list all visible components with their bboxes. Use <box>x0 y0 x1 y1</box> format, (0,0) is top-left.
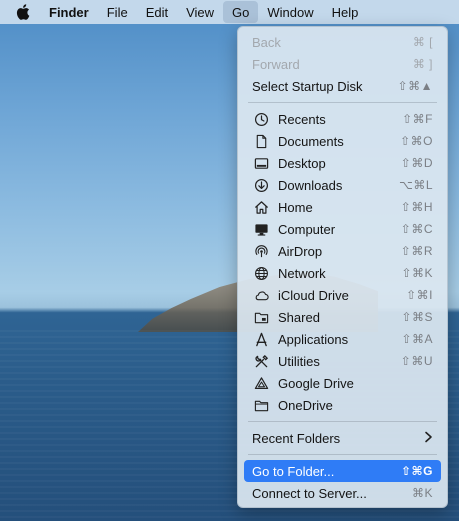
menu-item-label: Recents <box>278 111 326 127</box>
menu-item-recents[interactable]: Recents ⇧⌘F <box>244 108 441 130</box>
menu-item-label: Shared <box>278 309 320 325</box>
menu-item-label: Network <box>278 265 326 281</box>
airdrop-icon <box>252 243 270 259</box>
menu-item-shortcut: ⌘K <box>411 486 433 500</box>
menu-item-label: Google Drive <box>278 375 354 391</box>
menu-separator <box>248 102 437 103</box>
menu-item-label: Utilities <box>278 353 320 369</box>
menu-item-shortcut: ⇧⌘F <box>402 112 433 126</box>
globe-icon <box>252 265 270 281</box>
menu-item-shortcut: ⇧⌘S <box>401 310 433 324</box>
menu-item-label: Back <box>252 34 281 50</box>
menu-item-label: Go to Folder... <box>252 463 335 479</box>
applications-icon <box>252 331 270 347</box>
menu-item-shortcut: ⌥⌘L <box>398 178 433 192</box>
menu-item-shortcut: ⇧⌘U <box>400 354 433 368</box>
shared-folder-icon <box>252 309 270 325</box>
menu-item-shared[interactable]: Shared ⇧⌘S <box>244 306 441 328</box>
menu-item-utilities[interactable]: Utilities ⇧⌘U <box>244 350 441 372</box>
menu-file[interactable]: File <box>98 0 137 24</box>
menu-item-label: Documents <box>278 133 344 149</box>
menu-item-label: Home <box>278 199 313 215</box>
menu-item-shortcut: ⇧⌘▲ <box>397 79 433 93</box>
menu-item-label: AirDrop <box>278 243 323 259</box>
menu-item-shortcut: ⇧⌘H <box>400 200 433 214</box>
menu-item-icloud-drive[interactable]: iCloud Drive ⇧⌘I <box>244 284 441 306</box>
menu-window[interactable]: Window <box>258 0 322 24</box>
menu-item-shortcut: ⌘ [ <box>412 35 433 49</box>
menu-item-shortcut: ⇧⌘D <box>400 156 433 170</box>
menu-item-label: Select Startup Disk <box>252 78 363 94</box>
menu-item-label: iCloud Drive <box>278 287 349 303</box>
cloud-icon <box>252 287 270 303</box>
download-icon <box>252 177 270 193</box>
menu-item-shortcut: ⇧⌘R <box>400 244 433 258</box>
menu-go[interactable]: Go <box>223 1 259 23</box>
menu-item-label: Recent Folders <box>252 430 341 446</box>
document-icon <box>252 133 270 149</box>
menu-item-go-to-folder[interactable]: Go to Folder... ⇧⌘G <box>244 460 441 482</box>
google-drive-icon <box>252 375 270 391</box>
menu-item-label: Desktop <box>278 155 326 171</box>
menu-item-label: Downloads <box>278 177 343 193</box>
menu-item-shortcut: ⇧⌘I <box>406 288 433 302</box>
menu-item-select-startup-disk[interactable]: Select Startup Disk ⇧⌘▲ <box>244 75 441 97</box>
menu-item-back[interactable]: Back ⌘ [ <box>244 31 441 53</box>
folder-icon <box>252 397 270 413</box>
menu-item-label: Applications <box>278 331 349 347</box>
computer-icon <box>252 221 270 237</box>
menu-item-onedrive[interactable]: OneDrive <box>244 394 441 416</box>
menu-item-computer[interactable]: Computer ⇧⌘C <box>244 218 441 240</box>
menu-item-label: Forward <box>252 56 300 72</box>
menu-item-forward[interactable]: Forward ⌘ ] <box>244 53 441 75</box>
menu-item-label: Connect to Server... <box>252 485 367 501</box>
menu-item-label: Computer <box>278 221 336 237</box>
menu-edit[interactable]: Edit <box>137 0 177 24</box>
menu-item-home[interactable]: Home ⇧⌘H <box>244 196 441 218</box>
menu-finder[interactable]: Finder <box>40 0 98 24</box>
apple-menu-icon[interactable] <box>0 0 40 24</box>
menu-separator <box>248 421 437 422</box>
menu-item-label: OneDrive <box>278 397 333 413</box>
menu-bar: Finder File Edit View Go Window Help <box>0 0 459 24</box>
menu-item-shortcut: ⇧⌘O <box>400 134 433 148</box>
utilities-icon <box>252 353 270 369</box>
menu-item-documents[interactable]: Documents ⇧⌘O <box>244 130 441 152</box>
apple-logo-icon <box>16 4 30 20</box>
menu-item-downloads[interactable]: Downloads ⌥⌘L <box>244 174 441 196</box>
menu-item-airdrop[interactable]: AirDrop ⇧⌘R <box>244 240 441 262</box>
menu-item-shortcut: ⌘ ] <box>412 57 433 71</box>
desktop-icon <box>252 155 270 171</box>
go-menu-dropdown: Back ⌘ [ Forward ⌘ ] Select Startup Disk… <box>237 26 448 508</box>
clock-icon <box>252 111 270 127</box>
menu-item-connect-to-server[interactable]: Connect to Server... ⌘K <box>244 482 441 504</box>
menu-item-applications[interactable]: Applications ⇧⌘A <box>244 328 441 350</box>
home-icon <box>252 199 270 215</box>
menu-item-google-drive[interactable]: Google Drive <box>244 372 441 394</box>
menu-item-shortcut: ⇧⌘G <box>400 464 433 478</box>
menu-item-network[interactable]: Network ⇧⌘K <box>244 262 441 284</box>
menu-help[interactable]: Help <box>323 0 368 24</box>
menu-item-shortcut: ⇧⌘K <box>401 266 433 280</box>
menu-item-shortcut: ⇧⌘A <box>401 332 433 346</box>
menu-separator <box>248 454 437 455</box>
menu-view[interactable]: View <box>177 0 223 24</box>
menu-item-recent-folders[interactable]: Recent Folders <box>244 427 441 449</box>
chevron-right-icon <box>424 430 433 446</box>
menu-item-desktop[interactable]: Desktop ⇧⌘D <box>244 152 441 174</box>
menu-item-shortcut: ⇧⌘C <box>400 222 433 236</box>
